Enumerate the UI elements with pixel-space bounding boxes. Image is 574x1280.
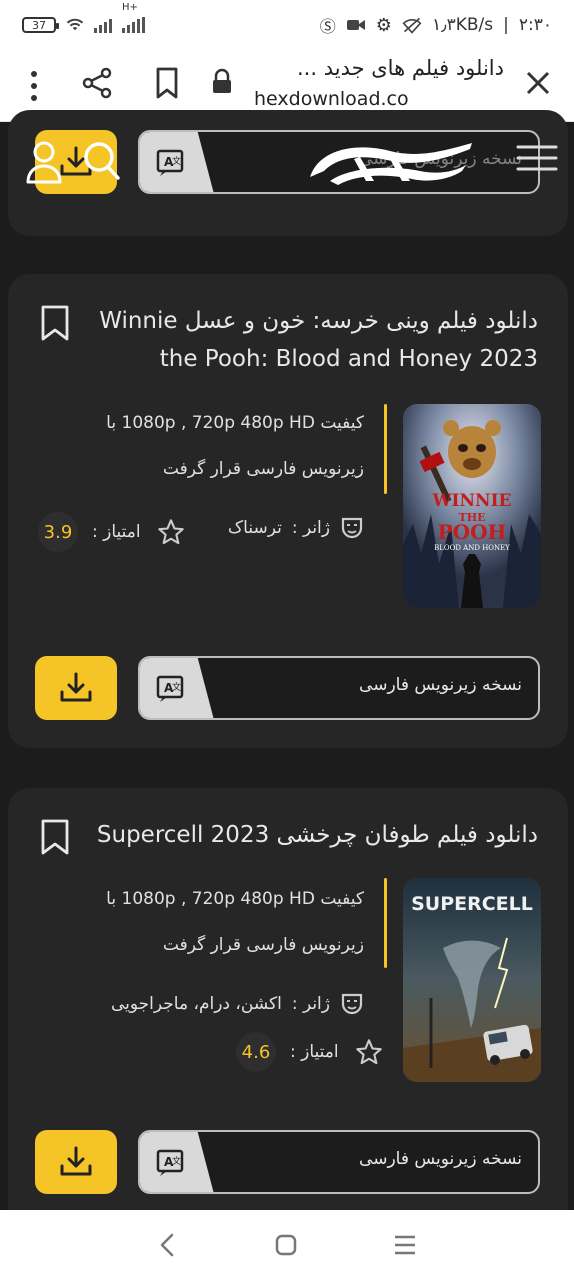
user-icon[interactable] bbox=[26, 140, 66, 184]
video-icon bbox=[346, 20, 365, 30]
movie-card: دانلود فیلم وینی خرسه: خون و عسل Winnie … bbox=[8, 274, 568, 748]
wifi-icon bbox=[66, 18, 84, 31]
hamburger-menu-icon[interactable] bbox=[516, 144, 558, 172]
svg-text:文: 文 bbox=[172, 155, 181, 167]
rating-row: 4.6 امتیاز : bbox=[236, 1032, 383, 1072]
svg-text:文: 文 bbox=[172, 681, 181, 693]
network-type: H+ bbox=[122, 3, 145, 33]
signal-icon bbox=[94, 17, 112, 33]
hex-logo bbox=[310, 143, 472, 185]
battery-icon: 37 bbox=[22, 17, 59, 33]
bookmark-icon[interactable] bbox=[152, 66, 182, 100]
translate-icon: A文 bbox=[156, 1149, 184, 1176]
translate-icon: A文 bbox=[156, 675, 184, 702]
svg-text:WINNIE: WINNIE bbox=[431, 491, 511, 511]
theater-masks-icon bbox=[341, 993, 363, 1015]
site-logo[interactable] bbox=[300, 137, 480, 197]
svg-text:SUPERCELL: SUPERCELL bbox=[411, 893, 533, 915]
genre-row: ژانر : ترسناک bbox=[228, 516, 364, 540]
translate-icon: A文 bbox=[156, 149, 184, 176]
download-icon bbox=[60, 1146, 92, 1176]
genre-row: ژانر : اکشن، درام، ماجراجویی bbox=[111, 992, 364, 1016]
lock-icon bbox=[213, 68, 231, 93]
page-url[interactable]: hexdownload.co bbox=[254, 88, 409, 110]
sync-icon: Ⓢ bbox=[319, 17, 336, 36]
genre-value[interactable]: ترسناک bbox=[228, 518, 282, 538]
svg-text:文: 文 bbox=[172, 1155, 181, 1167]
more-menu-icon[interactable] bbox=[22, 66, 46, 106]
home-icon[interactable] bbox=[273, 1232, 299, 1258]
movie-title[interactable]: دانلود فیلم طوفان چرخشی Supercell 2023 bbox=[88, 816, 538, 854]
subtitle-version-button[interactable]: A文 نسخه زیرنویس فارسی bbox=[138, 656, 540, 720]
quality-text: کیفیت 1080p , 720p 480p HD با زیرنویس فا… bbox=[106, 889, 364, 955]
recents-icon[interactable] bbox=[392, 1233, 418, 1257]
close-icon[interactable] bbox=[523, 68, 553, 98]
system-navigation-bar bbox=[0, 1210, 574, 1280]
accent-divider bbox=[384, 878, 387, 968]
subtitle-version-button[interactable]: A文 نسخه زیرنویس فارسی bbox=[138, 1130, 540, 1194]
download-button[interactable] bbox=[35, 656, 117, 720]
bookmark-icon[interactable] bbox=[40, 818, 70, 856]
bookmark-icon[interactable] bbox=[40, 304, 70, 342]
theater-masks-icon bbox=[341, 517, 363, 539]
poster-image: SUPERCELL bbox=[403, 878, 541, 1082]
movie-card: دانلود فیلم طوفان چرخشی Supercell 2023 S… bbox=[8, 788, 568, 1228]
page-title: دانلود فیلم های جدید ... bbox=[297, 56, 504, 80]
accent-divider bbox=[384, 404, 387, 494]
poster-image: WINNIE THE POOH BLOOD AND HONEY bbox=[403, 404, 541, 608]
download-icon bbox=[60, 672, 92, 702]
wifi-off-icon bbox=[402, 17, 422, 34]
genre-value[interactable]: اکشن، درام، ماجراجویی bbox=[111, 994, 282, 1014]
quality-text: کیفیت 1080p , 720p 480p HD با زیرنویس فا… bbox=[106, 413, 364, 479]
star-icon[interactable] bbox=[157, 518, 185, 546]
status-bar: 37 H+ Ⓢ ⚙ ۱٫۳KB/s | ۲:۳۰ bbox=[0, 0, 574, 50]
movie-poster[interactable]: SUPERCELL bbox=[403, 878, 541, 1082]
back-icon[interactable] bbox=[156, 1231, 180, 1259]
download-button[interactable] bbox=[35, 1130, 117, 1194]
movie-poster[interactable]: WINNIE THE POOH BLOOD AND HONEY bbox=[403, 404, 541, 608]
clock: ۲:۳۰ bbox=[518, 15, 552, 35]
network-speed: ۱٫۳KB/s bbox=[431, 15, 494, 35]
rating-row: 3.9 امتیاز : bbox=[38, 512, 185, 552]
rating-score: 3.9 bbox=[38, 512, 78, 552]
rating-score: 4.6 bbox=[236, 1032, 276, 1072]
settings-icon: ⚙ bbox=[375, 14, 392, 36]
svg-text:BLOOD AND HONEY: BLOOD AND HONEY bbox=[434, 544, 510, 552]
star-icon[interactable] bbox=[355, 1038, 383, 1066]
share-icon[interactable] bbox=[80, 66, 114, 100]
movie-title[interactable]: دانلود فیلم وینی خرسه: خون و عسل Winnie … bbox=[88, 302, 538, 378]
svg-text:POOH: POOH bbox=[438, 520, 507, 544]
search-icon[interactable] bbox=[82, 140, 122, 184]
